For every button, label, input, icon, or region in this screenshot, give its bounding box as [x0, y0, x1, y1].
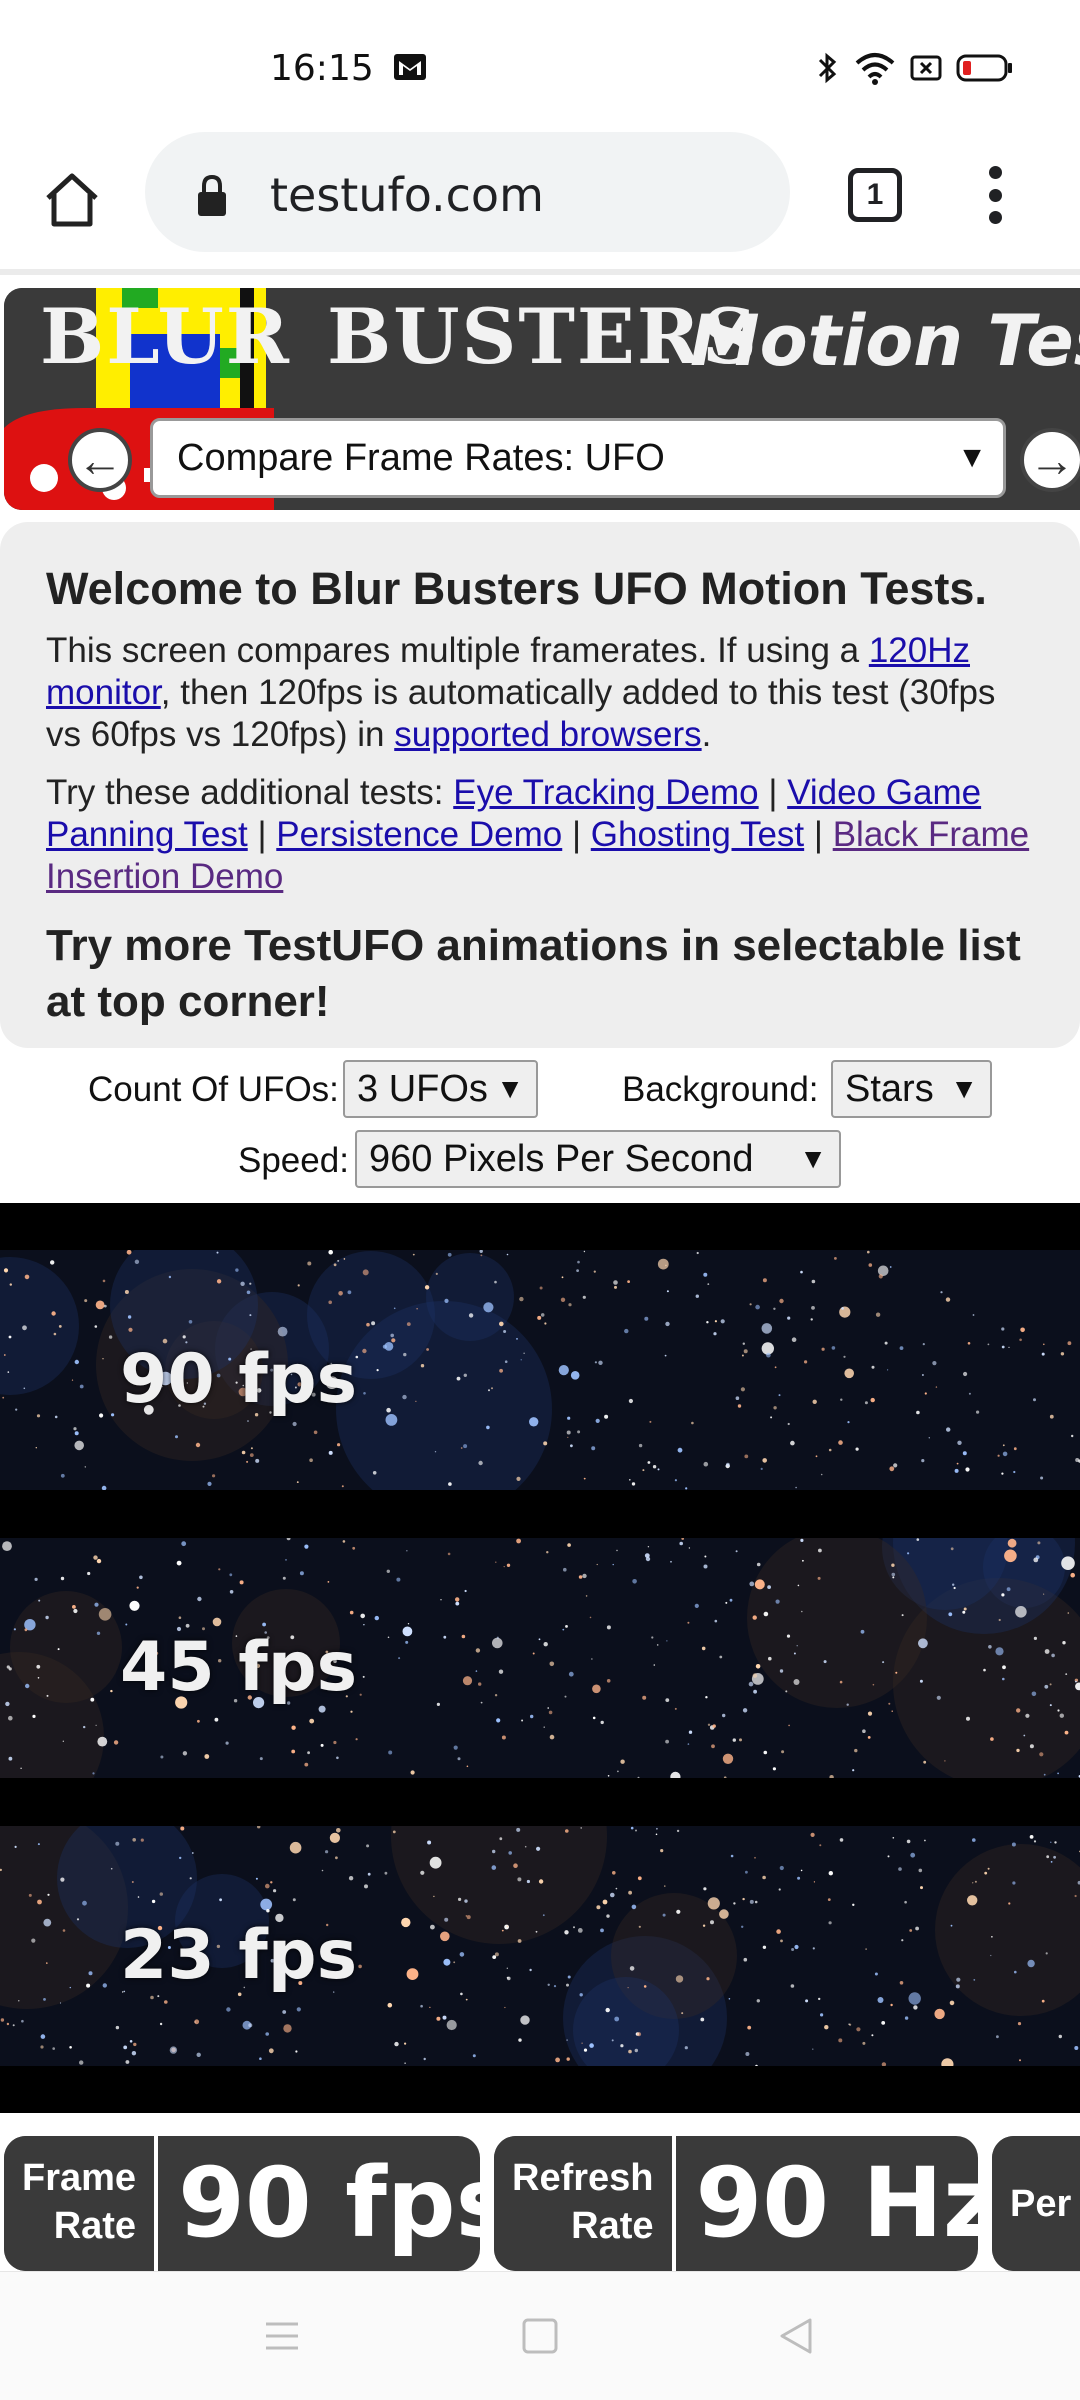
home-button[interactable] — [36, 164, 108, 236]
ufo-animation-area: 90 fps 45 fps 23 fps — [0, 1203, 1080, 2113]
frame-rate-value: 90 fps — [178, 2147, 480, 2259]
background-value: Stars — [845, 1068, 934, 1110]
intro-text-1: This screen compares multiple framerates… — [46, 631, 869, 670]
menu-icon[interactable] — [262, 2316, 302, 2356]
home-square-icon[interactable] — [520, 2316, 560, 2356]
battery-icon — [956, 54, 1012, 82]
tab-switcher-button[interactable]: 1 — [848, 168, 902, 222]
lock-icon — [198, 174, 226, 216]
refresh-rate-panel: Refresh Rate 90 Hz — [494, 2136, 978, 2271]
dropdown-arrow-icon: ▼ — [950, 1073, 978, 1104]
link-separator: | — [804, 815, 833, 854]
home-icon — [46, 173, 98, 227]
back-triangle-icon[interactable] — [776, 2316, 816, 2356]
count-of-ufos-select[interactable]: 3 UFOs ▼ — [343, 1060, 538, 1118]
background-label: Background: — [622, 1070, 819, 1109]
intro-text-3: . — [701, 715, 712, 754]
welcome-heading: Welcome to Blur Busters UFO Motion Tests… — [46, 563, 987, 614]
bluetooth-icon — [818, 52, 837, 84]
sim-blocked-icon — [910, 55, 942, 81]
framerate-strip: 90 fps — [0, 1250, 1080, 1490]
third-stat-label: Per — [992, 2136, 1080, 2271]
menu-dot — [988, 211, 1002, 224]
browser-toolbar: testufo.com 1 — [0, 130, 1080, 275]
status-time: 16:15 — [270, 48, 374, 89]
menu-dot — [988, 188, 1002, 202]
dropdown-arrow-icon: ▼ — [496, 1073, 524, 1104]
menu-dot — [988, 166, 1002, 179]
dropdown-arrow-icon: ▼ — [957, 441, 987, 474]
overflow-menu-button[interactable] — [980, 160, 1010, 230]
intro-paragraph: This screen compares multiple framerates… — [46, 630, 1036, 756]
link-separator: | — [758, 773, 788, 812]
banner-subtitle: Motion Tests — [690, 300, 1080, 382]
strip-fps-label: 45 fps — [120, 1628, 358, 1707]
background-select[interactable]: Stars ▼ — [831, 1060, 992, 1118]
additional-tests-text: Try these additional tests: — [46, 773, 454, 812]
link-ghosting-test[interactable]: Ghosting Test — [591, 815, 804, 854]
link-eye-tracking-demo[interactable]: Eye Tracking Demo — [453, 773, 758, 812]
dropdown-arrow-icon: ▼ — [799, 1143, 827, 1174]
third-stat-panel: Per — [992, 2136, 1080, 2271]
banner-title: BLUR BUSTERS — [40, 292, 759, 381]
strip-fps-label: 23 fps — [120, 1916, 358, 1995]
link-supported-browsers[interactable]: supported browsers — [394, 715, 701, 754]
speed-select[interactable]: 960 Pixels Per Second ▼ — [355, 1130, 841, 1188]
address-bar[interactable]: testufo.com — [145, 132, 790, 252]
system-navigation-bar — [0, 2271, 1080, 2400]
frame-rate-panel: Frame Rate 90 fps — [4, 2136, 480, 2271]
count-of-ufos-label: Count Of UFOs: — [88, 1070, 339, 1109]
count-of-ufos-value: 3 UFOs — [357, 1068, 488, 1110]
banner-title-blur: BLUR — [40, 292, 291, 381]
wifi-icon — [855, 53, 895, 85]
link-separator: | — [562, 815, 591, 854]
blur-busters-banner: BLURBUSTERS Motion Tests ← Compare Frame… — [4, 288, 1080, 510]
framerate-strip: 23 fps — [0, 1826, 1080, 2066]
url-text: testufo.com — [270, 168, 544, 222]
speed-value: 960 Pixels Per Second — [369, 1138, 754, 1180]
welcome-info-box: Welcome to Blur Busters UFO Motion Tests… — [0, 522, 1080, 1048]
additional-tests-paragraph: Try these additional tests: Eye Tracking… — [46, 772, 1036, 898]
test-selector-value: Compare Frame Rates: UFO — [177, 437, 665, 479]
test-selector-dropdown[interactable]: Compare Frame Rates: UFO ▼ — [150, 418, 1006, 498]
status-icons — [816, 50, 1014, 86]
framerate-strip: 45 fps — [0, 1538, 1080, 1778]
speed-label: Speed: — [238, 1141, 349, 1180]
arrow-left-icon: ← — [77, 434, 123, 486]
next-test-button[interactable]: → — [1020, 428, 1080, 492]
stats-bar: Frame Rate 90 fps Refresh Rate 90 Hz Per — [0, 2136, 1080, 2271]
arrow-right-icon: → — [1029, 434, 1075, 486]
strip-fps-label: 90 fps — [120, 1340, 358, 1419]
callout-heading: Try more TestUFO animations in selectabl… — [46, 921, 1021, 1026]
previous-test-button[interactable]: ← — [68, 428, 132, 492]
link-separator: | — [247, 815, 277, 854]
status-bar: 16:15 — [0, 0, 1080, 130]
gmail-notification-icon — [394, 54, 426, 80]
refresh-rate-label: Refresh Rate — [494, 2136, 676, 2271]
frame-rate-label: Frame Rate — [4, 2136, 159, 2271]
link-persistence-demo[interactable]: Persistence Demo — [276, 815, 562, 854]
refresh-rate-value: 90 Hz — [695, 2147, 979, 2259]
